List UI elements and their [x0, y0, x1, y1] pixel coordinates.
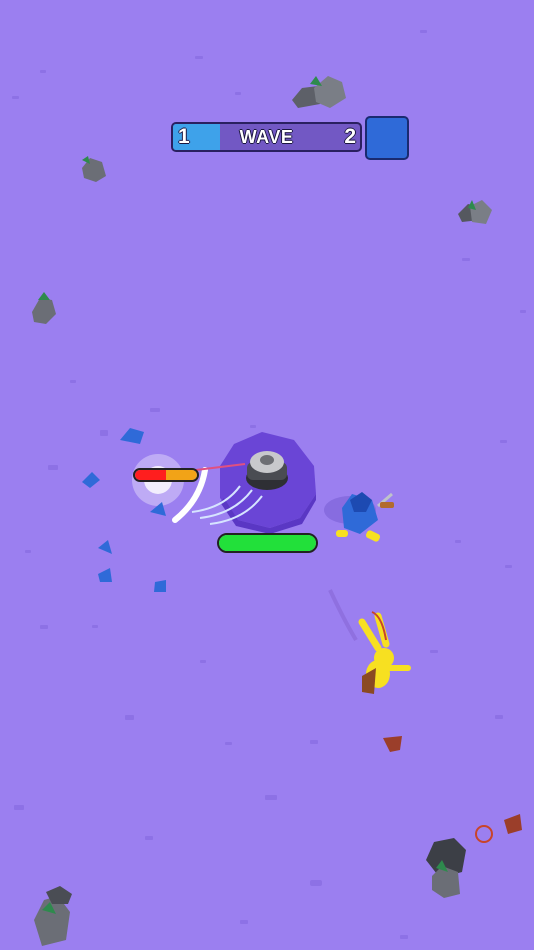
turret [246, 451, 288, 490]
knight-enemy [324, 492, 394, 542]
rock-bottom-right [426, 838, 466, 898]
rock-right-upper [458, 200, 492, 224]
rock-top [292, 76, 346, 108]
boss-portrait-icon [365, 116, 409, 160]
wave-progress-bar: 1 WAVE 2 [171, 122, 362, 152]
debris-shards [82, 428, 166, 592]
player-health-fill [219, 535, 316, 551]
rock-bottom-left [34, 886, 72, 946]
wave-label: WAVE [239, 126, 294, 147]
rock-left-upper [82, 156, 106, 182]
enemy-health-bar [133, 468, 199, 482]
yellow-hero [328, 589, 411, 694]
enemy-health-fill [135, 470, 166, 480]
rock-left-mid [32, 292, 56, 324]
player-health-bar [217, 533, 318, 553]
enemy-health-lost [166, 470, 197, 480]
wave-end-number: 2 [344, 125, 356, 148]
dropped-loot [383, 736, 522, 843]
